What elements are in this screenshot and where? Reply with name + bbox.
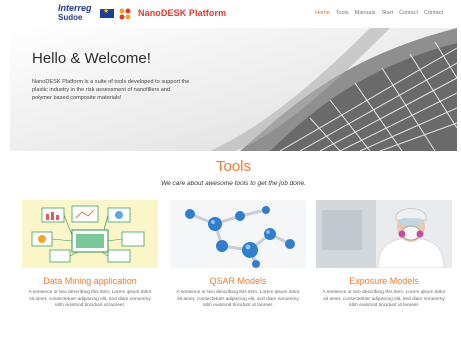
nav-tools[interactable]: Tools: [336, 10, 349, 16]
tool-card-data-mining[interactable]: Data Mining application A sentence or tw…: [22, 200, 158, 310]
page: Interreg Sudoe NanoDESK Platform Home To…: [10, 0, 457, 343]
nav-contact-2[interactable]: Contact: [424, 10, 443, 16]
hero-banner: Hello & Welcome! NanoDESK Platform is a …: [10, 28, 457, 151]
hero-title: Hello & Welcome!: [32, 50, 151, 67]
brand-name[interactable]: NanoDESK Platform: [138, 8, 226, 18]
nanodesk-logo-icon: [119, 8, 131, 20]
card-title[interactable]: QSAR Models: [170, 276, 306, 286]
exposure-worker-image: [316, 200, 452, 268]
tools-heading: Tools: [215, 158, 252, 175]
card-description: A sentence or two describing this item. …: [28, 290, 152, 309]
tool-card-exposure[interactable]: Exposure Models A sentence or two descri…: [316, 200, 452, 310]
qsar-molecule-image: [170, 200, 306, 268]
eu-flag-icon: [100, 7, 114, 18]
tools-subtitle: We care about awesome tools to get the j…: [161, 180, 306, 187]
nav-home[interactable]: Home: [315, 10, 330, 16]
main-nav: Home Tools Manuals Start Contact Contact: [315, 10, 443, 16]
card-description: A sentence or two describing this item. …: [176, 290, 300, 309]
card-description: A sentence or two describing this item. …: [322, 290, 446, 309]
card-title[interactable]: Data Mining application: [22, 276, 158, 286]
hero-description: NanoDESK Platform is a suite of tools de…: [32, 79, 190, 101]
card-title[interactable]: Exposure Models: [316, 276, 452, 286]
nav-start[interactable]: Start: [381, 10, 393, 16]
tool-card-qsar[interactable]: QSAR Models A sentence or two describing…: [170, 200, 306, 310]
nav-contact[interactable]: Contact: [399, 10, 418, 16]
header: Interreg Sudoe NanoDESK Platform Home To…: [10, 0, 457, 28]
nav-manuals[interactable]: Manuals: [355, 10, 376, 16]
data-mining-image: [22, 200, 158, 268]
